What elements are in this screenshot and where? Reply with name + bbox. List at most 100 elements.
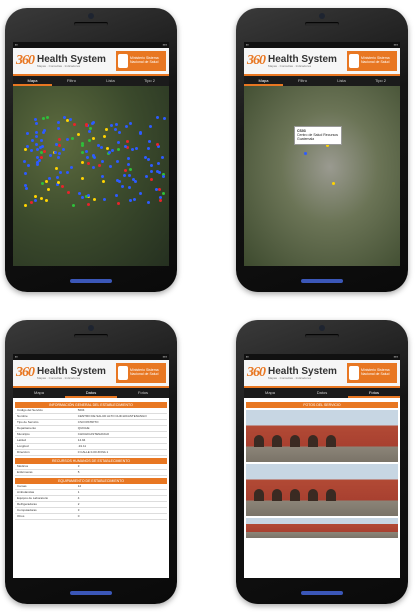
map-marker[interactable]	[57, 137, 61, 141]
map-marker[interactable]	[150, 169, 154, 173]
map-marker[interactable]	[111, 149, 115, 153]
map-marker[interactable]	[332, 182, 335, 185]
map-marker[interactable]	[161, 175, 165, 179]
map-marker[interactable]	[66, 137, 70, 141]
tab-data[interactable]: Datos	[65, 388, 117, 398]
map-marker[interactable]	[34, 130, 38, 134]
map-marker[interactable]	[56, 181, 60, 185]
map-marker[interactable]	[97, 163, 101, 167]
map-marker[interactable]	[80, 150, 84, 154]
map-marker[interactable]	[108, 164, 112, 168]
map-marker[interactable]	[91, 136, 95, 140]
map-marker[interactable]	[110, 123, 114, 127]
map-marker[interactable]	[33, 195, 37, 199]
map-marker[interactable]	[123, 173, 127, 177]
map-marker[interactable]	[155, 169, 159, 173]
map-marker[interactable]	[126, 157, 130, 161]
facility-photo[interactable]	[246, 464, 398, 516]
tab-data[interactable]: Datos	[296, 388, 348, 398]
map-marker[interactable]	[127, 163, 131, 167]
map-marker[interactable]	[58, 152, 62, 156]
map-marker[interactable]	[47, 176, 51, 180]
map-marker[interactable]	[23, 148, 27, 152]
facility-photo[interactable]	[246, 410, 398, 462]
map-marker[interactable]	[160, 156, 164, 160]
home-button[interactable]	[70, 591, 112, 595]
map-marker[interactable]	[88, 138, 92, 142]
map-view[interactable]	[13, 86, 169, 266]
tab-list[interactable]: Lista	[322, 76, 361, 86]
map-marker[interactable]	[100, 174, 104, 178]
tab-type2[interactable]: Tipo 2	[361, 76, 400, 86]
map-marker[interactable]	[99, 145, 103, 149]
map-marker[interactable]	[35, 160, 39, 164]
home-button[interactable]	[301, 279, 343, 283]
map-marker[interactable]	[30, 200, 33, 204]
tab-type2[interactable]: Tipo 2	[130, 76, 169, 86]
home-button[interactable]	[70, 279, 112, 283]
map-marker[interactable]	[34, 199, 38, 203]
map-marker[interactable]	[101, 179, 105, 183]
map-marker[interactable]	[23, 171, 27, 175]
map-marker[interactable]	[143, 155, 147, 159]
map-marker[interactable]	[58, 171, 62, 175]
map-marker[interactable]	[69, 118, 73, 122]
map-marker[interactable]	[54, 166, 58, 170]
tab-map[interactable]: Mapa	[244, 388, 296, 398]
map-marker[interactable]	[77, 132, 81, 136]
map-marker[interactable]	[45, 198, 49, 202]
map-marker[interactable]	[35, 134, 39, 138]
map-marker[interactable]	[42, 150, 46, 153]
map-marker[interactable]	[91, 166, 95, 170]
map-marker[interactable]	[27, 164, 31, 168]
tab-map[interactable]: Mapa	[244, 76, 283, 86]
map-marker[interactable]	[149, 178, 153, 182]
map-marker[interactable]	[62, 116, 66, 119]
map-marker[interactable]	[25, 186, 29, 190]
map-marker[interactable]	[73, 122, 77, 126]
map-marker[interactable]	[116, 202, 120, 206]
map-marker[interactable]	[67, 190, 71, 194]
map-marker[interactable]	[80, 177, 84, 181]
map-marker[interactable]	[66, 171, 70, 175]
map-marker[interactable]	[146, 158, 150, 162]
tab-map[interactable]: Mapa	[13, 76, 52, 86]
map-marker[interactable]	[84, 122, 88, 126]
facility-photo[interactable]	[246, 518, 398, 538]
map-marker[interactable]	[124, 125, 128, 129]
tab-photos[interactable]: Fotos	[348, 388, 400, 398]
map-marker[interactable]	[129, 168, 133, 172]
map-marker[interactable]	[30, 139, 34, 143]
map-marker[interactable]	[39, 196, 43, 200]
map-marker[interactable]	[69, 166, 73, 170]
map-marker[interactable]	[128, 199, 132, 203]
map-marker[interactable]	[54, 151, 58, 155]
map-marker[interactable]	[126, 140, 130, 143]
map-marker[interactable]	[114, 128, 118, 132]
map-marker[interactable]	[128, 122, 132, 125]
map-marker[interactable]	[30, 149, 34, 153]
map-marker[interactable]	[23, 159, 27, 163]
map-marker[interactable]	[87, 162, 91, 166]
map-marker[interactable]	[57, 155, 61, 159]
map-marker[interactable]	[55, 176, 59, 180]
map-marker[interactable]	[147, 147, 151, 150]
map-marker[interactable]	[25, 132, 29, 136]
map-marker[interactable]	[92, 155, 96, 159]
map-marker[interactable]	[117, 131, 121, 135]
map-marker[interactable]	[81, 196, 85, 200]
map-popup[interactable]: CS03 Centro de Salud Recursos Guatemala	[294, 126, 342, 145]
map-marker[interactable]	[43, 129, 47, 133]
map-marker[interactable]	[92, 197, 96, 201]
map-marker[interactable]	[35, 143, 39, 147]
map-marker[interactable]	[117, 148, 121, 152]
map-marker[interactable]	[131, 147, 135, 151]
map-marker[interactable]	[86, 155, 90, 159]
map-marker[interactable]	[71, 203, 75, 207]
map-marker[interactable]	[87, 130, 91, 134]
map-marker[interactable]	[148, 139, 152, 143]
tab-list[interactable]: Lista	[91, 76, 130, 86]
map-marker[interactable]	[139, 191, 143, 195]
map-marker[interactable]	[133, 198, 137, 202]
map-marker[interactable]	[134, 146, 138, 150]
